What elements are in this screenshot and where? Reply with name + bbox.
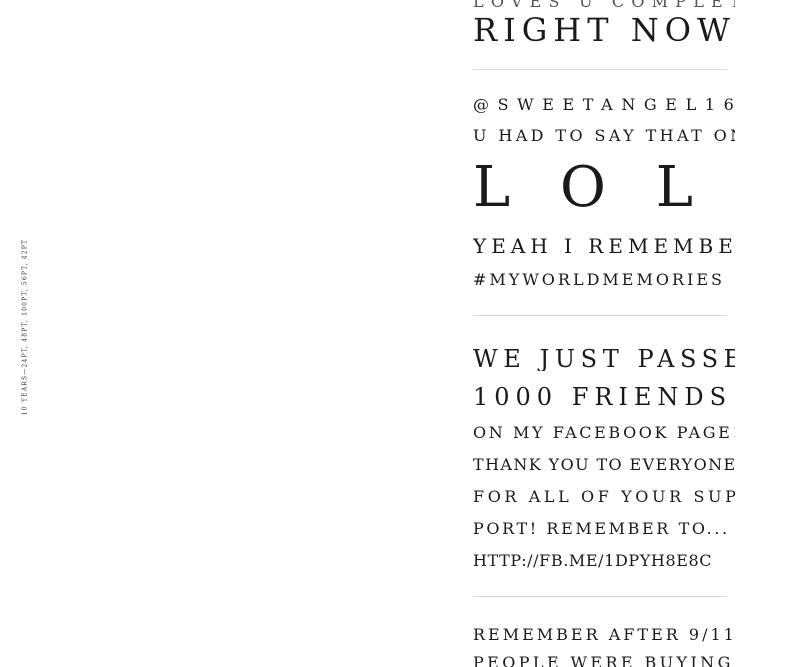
specimen-line: ON MY FACEBOOK PAGE! [473, 425, 735, 441]
section-divider [473, 315, 727, 316]
specimen-line: L O L [473, 160, 709, 216]
section-divider [473, 69, 727, 70]
specimen-line: #MYWORLDMEMORIES [473, 272, 725, 288]
specimen-line: HTTP://FB.ME/1DPYH8E8C [473, 553, 713, 569]
specimen-line: LOVES U COMPLETELY [473, 0, 735, 10]
specimen-line: WE JUST PASSED [473, 347, 735, 371]
specimen-line: YEAH I REMEMBER [473, 236, 735, 256]
specimen-caption: 10 YEARS—24PT, 48PT, 100PT, 56PT, 42PT [21, 238, 29, 416]
section-divider [473, 596, 727, 597]
specimen-line: @SWEETANGEL167 [473, 97, 735, 113]
specimen-line: THANK YOU TO EVERYONE [473, 457, 735, 473]
specimen-line: U HAD TO SAY THAT ONE [473, 128, 735, 144]
specimen-line: PORT! REMEMBER TO... [473, 521, 730, 537]
specimen-line: FOR ALL OF YOUR SUP- [473, 489, 735, 505]
type-specimen-column: LOVES U COMPLETELY RIGHT NOW @SWEETANGEL… [473, 0, 735, 667]
specimen-line: PEOPLE WERE BUYING [473, 655, 734, 667]
specimen-line: REMEMBER AFTER 9/11 [473, 627, 735, 643]
specimen-line: 1000 FRIENDS [473, 385, 733, 409]
specimen-line: RIGHT NOW [473, 14, 735, 46]
